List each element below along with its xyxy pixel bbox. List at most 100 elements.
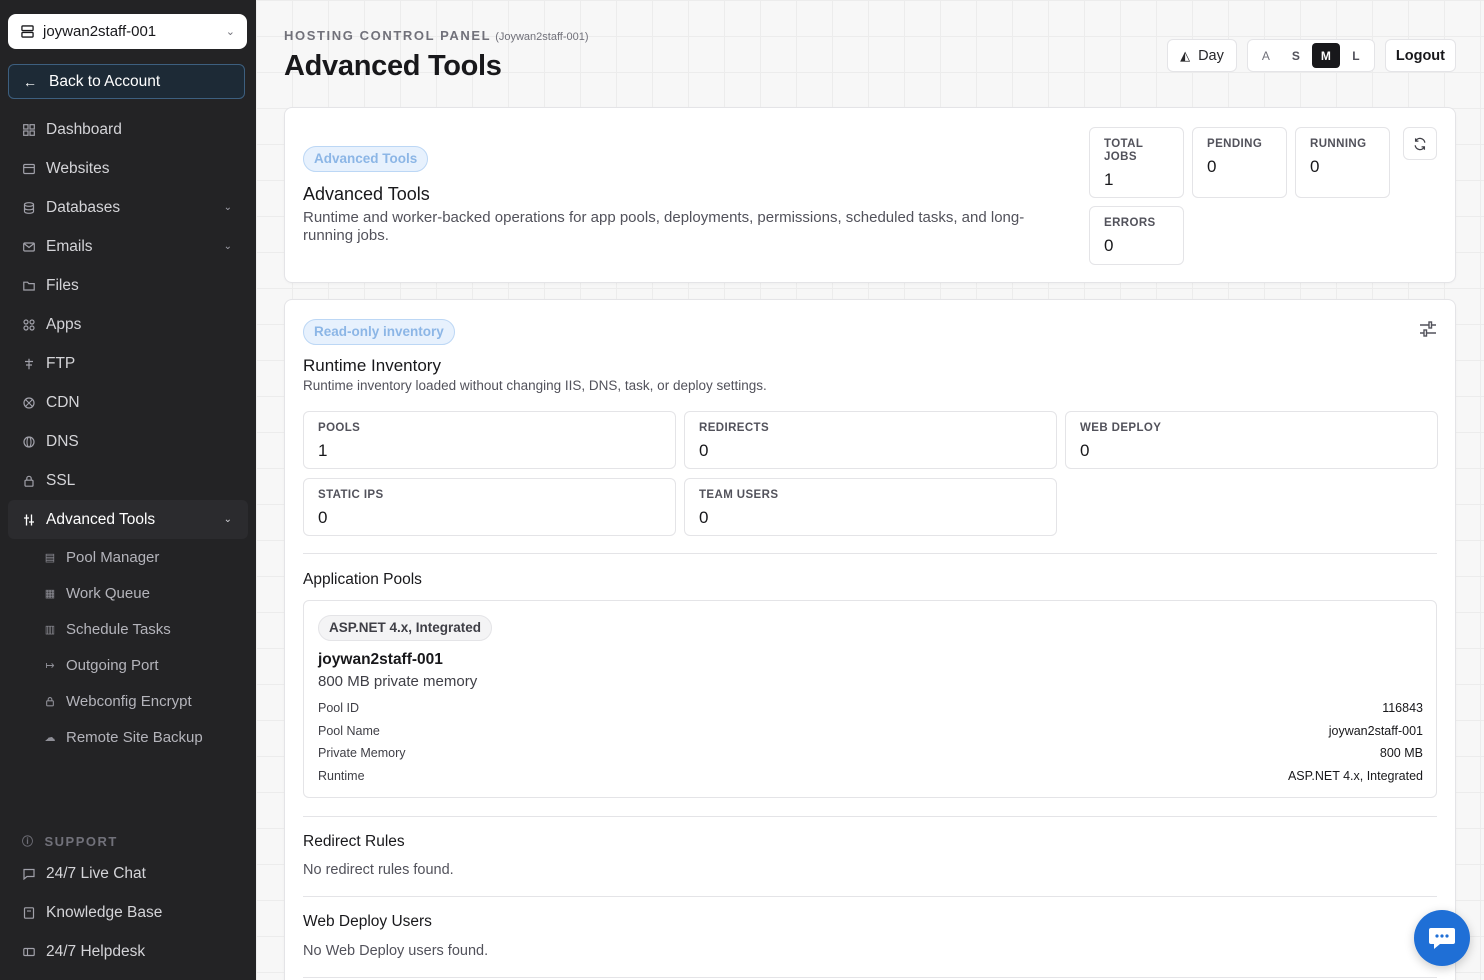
pool-detail-key: Runtime <box>318 769 365 783</box>
pool-detail-value: joywan2staff-001 <box>1328 724 1423 738</box>
inventory-web-deploy: WEB DEPLOY 0 <box>1065 411 1438 469</box>
inventory-static-ips: STATIC IPS 0 <box>303 478 676 536</box>
sidebar-item-label: SSL <box>46 471 76 489</box>
back-to-account-button[interactable]: ← Back to Account <box>8 64 245 99</box>
sidebar-subitem-webconfig-encrypt[interactable]: Webconfig Encrypt <box>30 683 248 719</box>
size-s-button[interactable]: S <box>1282 43 1310 68</box>
pool-detail-key: Private Memory <box>318 746 406 760</box>
pool-card: ASP.NET 4.x, Integrated joywan2staff-001… <box>303 600 1437 798</box>
sidebar-item-files[interactable]: Files <box>8 266 248 305</box>
sidebar-item-cdn[interactable]: CDN <box>8 383 248 422</box>
sidebar: joywan2staff-001 ⌄ ← Back to Account Das… <box>0 0 256 980</box>
pool-detail-value: 800 MB <box>1379 746 1423 760</box>
divider <box>303 896 1437 897</box>
sidebar-item-label: Dashboard <box>46 120 122 138</box>
sidebar-item-dashboard[interactable]: Dashboard <box>8 110 248 149</box>
cloud-icon: ☁ <box>44 731 56 744</box>
sidebar-item-label: Apps <box>46 315 82 333</box>
sidebar-item-knowledge-base[interactable]: Knowledge Base <box>8 893 248 932</box>
sidebar-nav: Dashboard Websites Databases ⌄ Emails ⌄ … <box>8 110 248 755</box>
account-tag: (Joywan2staff-001) <box>495 31 589 43</box>
sidebar-item-advanced-tools[interactable]: Advanced Tools ⌄ <box>8 500 248 539</box>
size-l-button[interactable]: L <box>1342 43 1370 68</box>
sidebar-item-label: FTP <box>46 354 76 372</box>
pool-detail-value: ASP.NET 4.x, Integrated <box>1287 769 1423 783</box>
network-icon <box>22 396 36 410</box>
sidebar-item-helpdesk[interactable]: 24/7 Helpdesk <box>8 932 248 971</box>
stat-total-jobs: TOTAL JOBS 1 <box>1089 127 1184 198</box>
pool-detail-value: 116843 <box>1382 701 1423 715</box>
sidebar-item-label: 24/7 Helpdesk <box>46 942 146 960</box>
stat-value: 1 <box>1104 170 1114 189</box>
refresh-icon <box>1414 137 1426 150</box>
sidebar-item-dns[interactable]: DNS <box>8 422 248 461</box>
text-size-icon: A <box>1261 48 1270 63</box>
chevron-down-icon: ⌄ <box>225 26 235 38</box>
inventory-team-users: TEAM USERS 0 <box>684 478 1057 536</box>
pool-memory-summary: 800 MB private memory <box>318 673 478 690</box>
inventory-value: 0 <box>318 508 328 527</box>
browser-icon <box>22 162 36 176</box>
sidebar-subitem-label: Outgoing Port <box>66 656 159 674</box>
inventory-badge: Read-only inventory <box>303 319 455 345</box>
sidebar-item-apps[interactable]: Apps <box>8 305 248 344</box>
pool-detail-row: Pool Name joywan2staff-001 <box>318 724 1423 738</box>
lock-icon <box>22 474 36 488</box>
help-circle-icon: ⓘ <box>22 836 35 848</box>
sliders-icon <box>1420 321 1436 337</box>
sidebar-item-label: 24/7 Live Chat <box>46 864 146 882</box>
sidebar-item-ftp[interactable]: FTP <box>8 344 248 383</box>
divider <box>303 816 1437 817</box>
inventory-value: 0 <box>699 508 709 527</box>
ticket-icon <box>22 945 36 959</box>
inventory-value: 0 <box>1080 441 1090 460</box>
account-select[interactable]: joywan2staff-001 ⌄ <box>8 14 247 49</box>
sidebar-subitem-work-queue[interactable]: ▦ Work Queue <box>30 575 248 611</box>
pool-detail-key: Pool Name <box>318 724 380 738</box>
advanced-tools-submenu: ▤ Pool Manager ▦ Work Queue ▥ Schedule T… <box>8 539 248 755</box>
stat-pending: PENDING 0 <box>1192 127 1287 198</box>
queue-icon: ▦ <box>44 587 56 600</box>
sidebar-subitem-pool-manager[interactable]: ▤ Pool Manager <box>30 539 248 575</box>
stat-value: 0 <box>1207 157 1217 176</box>
size-m-button[interactable]: M <box>1311 43 1340 68</box>
sidebar-item-label: Emails <box>46 237 93 255</box>
lock-icon <box>44 695 56 707</box>
overview-description: Runtime and worker-backed operations for… <box>303 209 1025 244</box>
live-chat-button[interactable] <box>1414 910 1470 966</box>
logout-button[interactable]: Logout <box>1384 39 1456 72</box>
inventory-title: Runtime Inventory <box>303 356 441 375</box>
transfer-icon <box>22 357 36 371</box>
pool-detail-row: Private Memory 800 MB <box>318 746 1423 760</box>
sidebar-item-live-chat[interactable]: 24/7 Live Chat <box>8 854 248 893</box>
sidebar-item-emails[interactable]: Emails ⌄ <box>8 227 248 266</box>
stat-label: ERRORS <box>1104 217 1156 229</box>
apps-icon <box>22 318 36 332</box>
sidebar-item-label: Knowledge Base <box>46 903 163 921</box>
pool-detail-row: Pool ID 116843 <box>318 701 1423 715</box>
pool-name: joywan2staff-001 <box>318 651 443 668</box>
web-deploy-users-empty: No Web Deploy users found. <box>303 943 489 959</box>
sidebar-item-databases[interactable]: Databases ⌄ <box>8 188 248 227</box>
sidebar-item-websites[interactable]: Websites <box>8 149 248 188</box>
sidebar-subitem-schedule-tasks[interactable]: ▥ Schedule Tasks <box>30 611 248 647</box>
sidebar-subitem-remote-site-backup[interactable]: ☁ Remote Site Backup <box>30 719 248 755</box>
sidebar-item-ssl[interactable]: SSL <box>8 461 248 500</box>
sidebar-subitem-outgoing-port[interactable]: ↦ Outgoing Port <box>30 647 248 683</box>
sidebar-subitem-label: Webconfig Encrypt <box>66 692 192 710</box>
chevron-down-icon: ⌄ <box>223 202 232 213</box>
chevron-down-icon: ⌄ <box>223 241 232 252</box>
inventory-description: Runtime inventory loaded without changin… <box>303 378 767 393</box>
web-deploy-users-heading: Web Deploy Users <box>303 913 432 930</box>
sidebar-item-label: Advanced Tools <box>46 510 156 528</box>
inventory-value: 1 <box>318 441 328 460</box>
filter-settings-button[interactable] <box>1419 320 1437 343</box>
sidebar-subitem-label: Schedule Tasks <box>66 620 171 638</box>
header-controls: ◭ Day A S M L Logout <box>1167 39 1456 72</box>
sidebar-item-label: DNS <box>46 432 79 450</box>
refresh-button[interactable] <box>1403 127 1437 160</box>
chat-icon <box>22 867 36 881</box>
theme-toggle-button[interactable]: ◭ Day <box>1167 39 1237 72</box>
stat-errors: ERRORS 0 <box>1089 206 1184 265</box>
inventory-card: Read-only inventory Runtime Inventory Ru… <box>284 299 1456 980</box>
